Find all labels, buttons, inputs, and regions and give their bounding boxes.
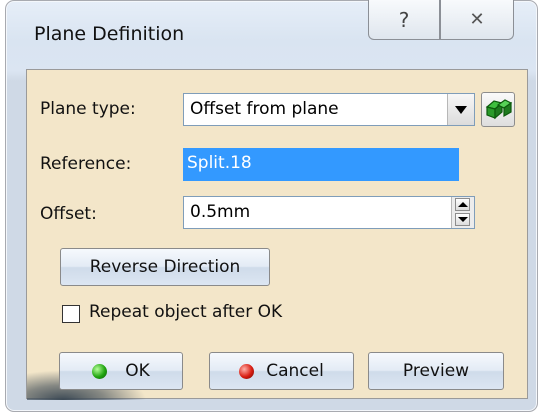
cancel-label: Cancel	[266, 361, 324, 381]
repeat-object-label: Repeat object after OK	[89, 302, 283, 322]
plane-geometry-button[interactable]	[481, 92, 515, 127]
dropdown-arrow-icon[interactable]	[447, 94, 474, 125]
ok-label: OK	[125, 361, 150, 381]
close-button[interactable]: ✕	[440, 0, 514, 40]
plane-type-dropdown[interactable]: Offset from plane	[183, 93, 475, 126]
cancel-red-dot-icon	[239, 363, 255, 379]
plane-definition-dialog: Plane Definition ? ✕ Plane type: Offset …	[5, 0, 538, 412]
plane-type-value: Offset from plane	[190, 99, 339, 119]
offset-spinner	[451, 197, 474, 228]
preview-button[interactable]: Preview	[368, 352, 504, 390]
reverse-direction-button[interactable]: Reverse Direction	[60, 248, 270, 286]
dialog-body: Plane type: Offset from plane Reference:…	[26, 69, 528, 400]
offset-label: Offset:	[40, 204, 97, 224]
spin-down-icon[interactable]	[455, 213, 470, 226]
plane-geometry-icon	[485, 99, 513, 120]
help-button[interactable]: ?	[368, 0, 440, 40]
plane-type-label: Plane type:	[40, 99, 136, 119]
ok-button[interactable]: OK	[59, 352, 183, 390]
reference-label: Reference:	[40, 154, 132, 174]
offset-value: 0.5mm	[190, 202, 251, 222]
close-icon: ✕	[469, 9, 485, 30]
reference-field[interactable]: Split.18	[183, 148, 459, 181]
ok-green-dot-icon	[92, 363, 108, 379]
cancel-button[interactable]: Cancel	[209, 352, 354, 390]
offset-field[interactable]: 0.5mm	[183, 196, 475, 229]
repeat-object-checkbox[interactable]	[62, 305, 80, 323]
help-icon: ?	[398, 7, 410, 32]
spin-up-icon[interactable]	[455, 198, 470, 211]
dialog-title: Plane Definition	[34, 23, 185, 45]
